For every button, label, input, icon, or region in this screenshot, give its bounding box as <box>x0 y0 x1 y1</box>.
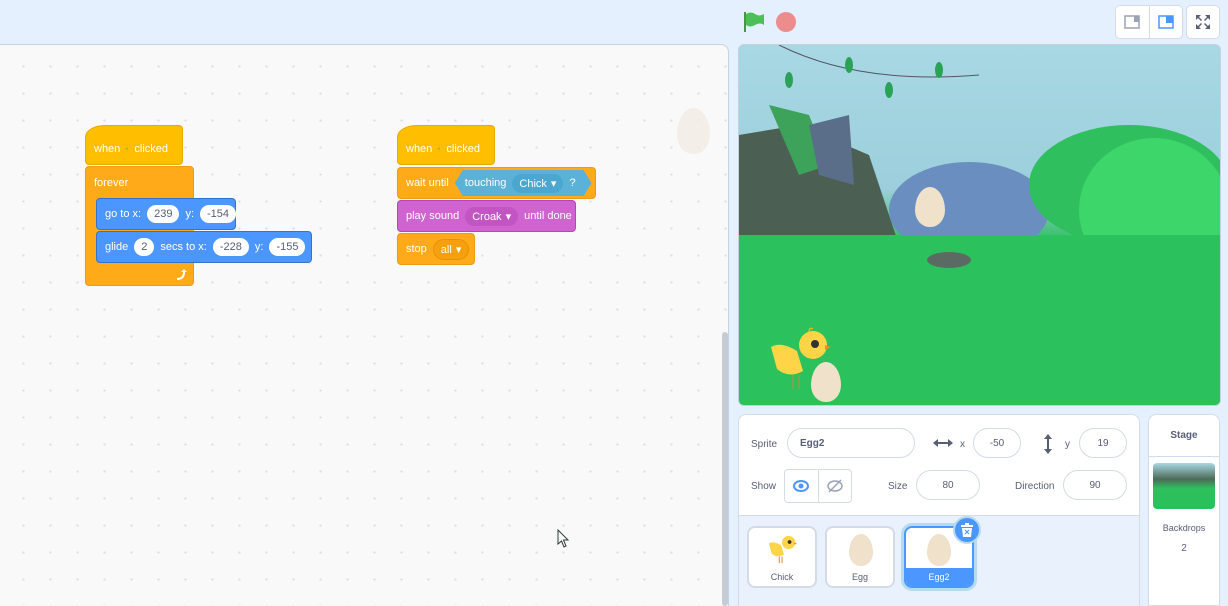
code-scrollbar[interactable] <box>722 332 728 606</box>
show-visible-button[interactable] <box>785 470 819 502</box>
show-label: Show <box>751 481 777 492</box>
loop-arrow-icon <box>177 269 187 280</box>
x-arrow-icon <box>933 439 953 447</box>
chick-sprite[interactable] <box>769 327 833 391</box>
when-flag-clicked-block[interactable]: when clicked <box>85 125 183 165</box>
fullscreen-icon <box>1196 15 1210 29</box>
sprite-name: Egg2 <box>906 568 972 586</box>
small-stage-layout-icon <box>1124 15 1140 29</box>
direction-input[interactable]: 90 <box>1063 470 1127 500</box>
sprite-ghost-egg <box>677 108 710 154</box>
x-position-input[interactable]: -50 <box>973 428 1021 458</box>
y-arrow-icon <box>1044 434 1052 454</box>
stage-selector-panel[interactable]: Stage Backdrops 2 <box>1148 414 1220 606</box>
fullscreen-button[interactable] <box>1186 5 1220 39</box>
code-workspace[interactable]: when clicked forever go to x: 239 y: -15… <box>0 44 729 606</box>
small-stage-button[interactable] <box>1116 6 1150 38</box>
eye-icon <box>793 480 810 492</box>
egg-sprite[interactable] <box>915 187 945 227</box>
trash-icon <box>961 523 973 537</box>
top-bar <box>0 0 1228 44</box>
normal-stage-layout-icon <box>1158 15 1174 29</box>
play-sound-block[interactable]: play sound Croak ▾ until done <box>397 200 576 232</box>
sprite-tile-chick[interactable]: Chick <box>747 526 817 588</box>
y-label: y <box>1065 439 1070 450</box>
when-flag-clicked-block[interactable]: when clicked <box>397 125 495 165</box>
glide-block[interactable]: glide 2 secs to x: -228 y: -155 <box>96 231 312 263</box>
stop-block[interactable]: stop all ▾ <box>397 233 475 265</box>
stage-layout-toggle <box>1115 5 1183 39</box>
sprite-name: Egg <box>851 572 868 582</box>
go-to-xy-block[interactable]: go to x: 239 y: -154 <box>96 198 237 230</box>
green-flag-icon <box>438 148 441 150</box>
y-input[interactable]: -154 <box>200 205 237 223</box>
backdrops-count: 2 <box>1181 543 1187 554</box>
touching-block[interactable]: touching Chick ▾ ? <box>455 170 592 196</box>
sound-dropdown[interactable]: Croak ▾ <box>465 206 519 226</box>
x-input[interactable]: 239 <box>147 205 180 223</box>
sprite-tile-egg[interactable]: Egg <box>825 526 895 588</box>
show-toggle <box>784 469 852 503</box>
chick-thumbnail <box>768 535 798 564</box>
green-flag-icon <box>126 148 129 150</box>
stage-title: Stage <box>1149 415 1219 457</box>
touching-target-dropdown[interactable]: Chick ▾ <box>512 174 563 193</box>
backdrops-label: Backdrops <box>1162 523 1206 533</box>
delete-sprite-button[interactable] <box>953 516 981 544</box>
wait-until-block[interactable]: wait until touching Chick ▾ ? <box>397 167 596 199</box>
x-label: x <box>960 439 965 450</box>
show-hidden-button[interactable] <box>819 470 852 502</box>
stop-option-dropdown[interactable]: all ▾ <box>432 238 470 260</box>
sprite-name: Chick <box>770 572 794 582</box>
forever-label: forever <box>94 177 129 189</box>
direction-label: Direction <box>1015 481 1055 492</box>
secs-input[interactable]: 2 <box>134 238 155 256</box>
mouse-cursor-icon <box>557 529 570 548</box>
size-input[interactable]: 80 <box>916 470 980 500</box>
y-position-input[interactable]: 19 <box>1079 428 1127 458</box>
size-label: Size <box>888 481 908 492</box>
x-input[interactable]: -228 <box>212 238 249 256</box>
egg2-thumbnail <box>927 534 951 566</box>
stage-canvas[interactable] <box>738 44 1221 406</box>
normal-stage-button[interactable] <box>1150 6 1183 38</box>
eye-hidden-icon <box>827 479 843 493</box>
sprite-name-input[interactable]: Egg2 <box>787 428 915 458</box>
stage-thumbnail[interactable] <box>1153 463 1215 509</box>
egg-thumbnail <box>849 534 873 566</box>
sprite-label: Sprite <box>751 439 778 450</box>
y-input[interactable]: -155 <box>269 238 306 256</box>
stop-icon[interactable] <box>776 12 796 32</box>
green-flag-icon[interactable] <box>743 12 765 32</box>
